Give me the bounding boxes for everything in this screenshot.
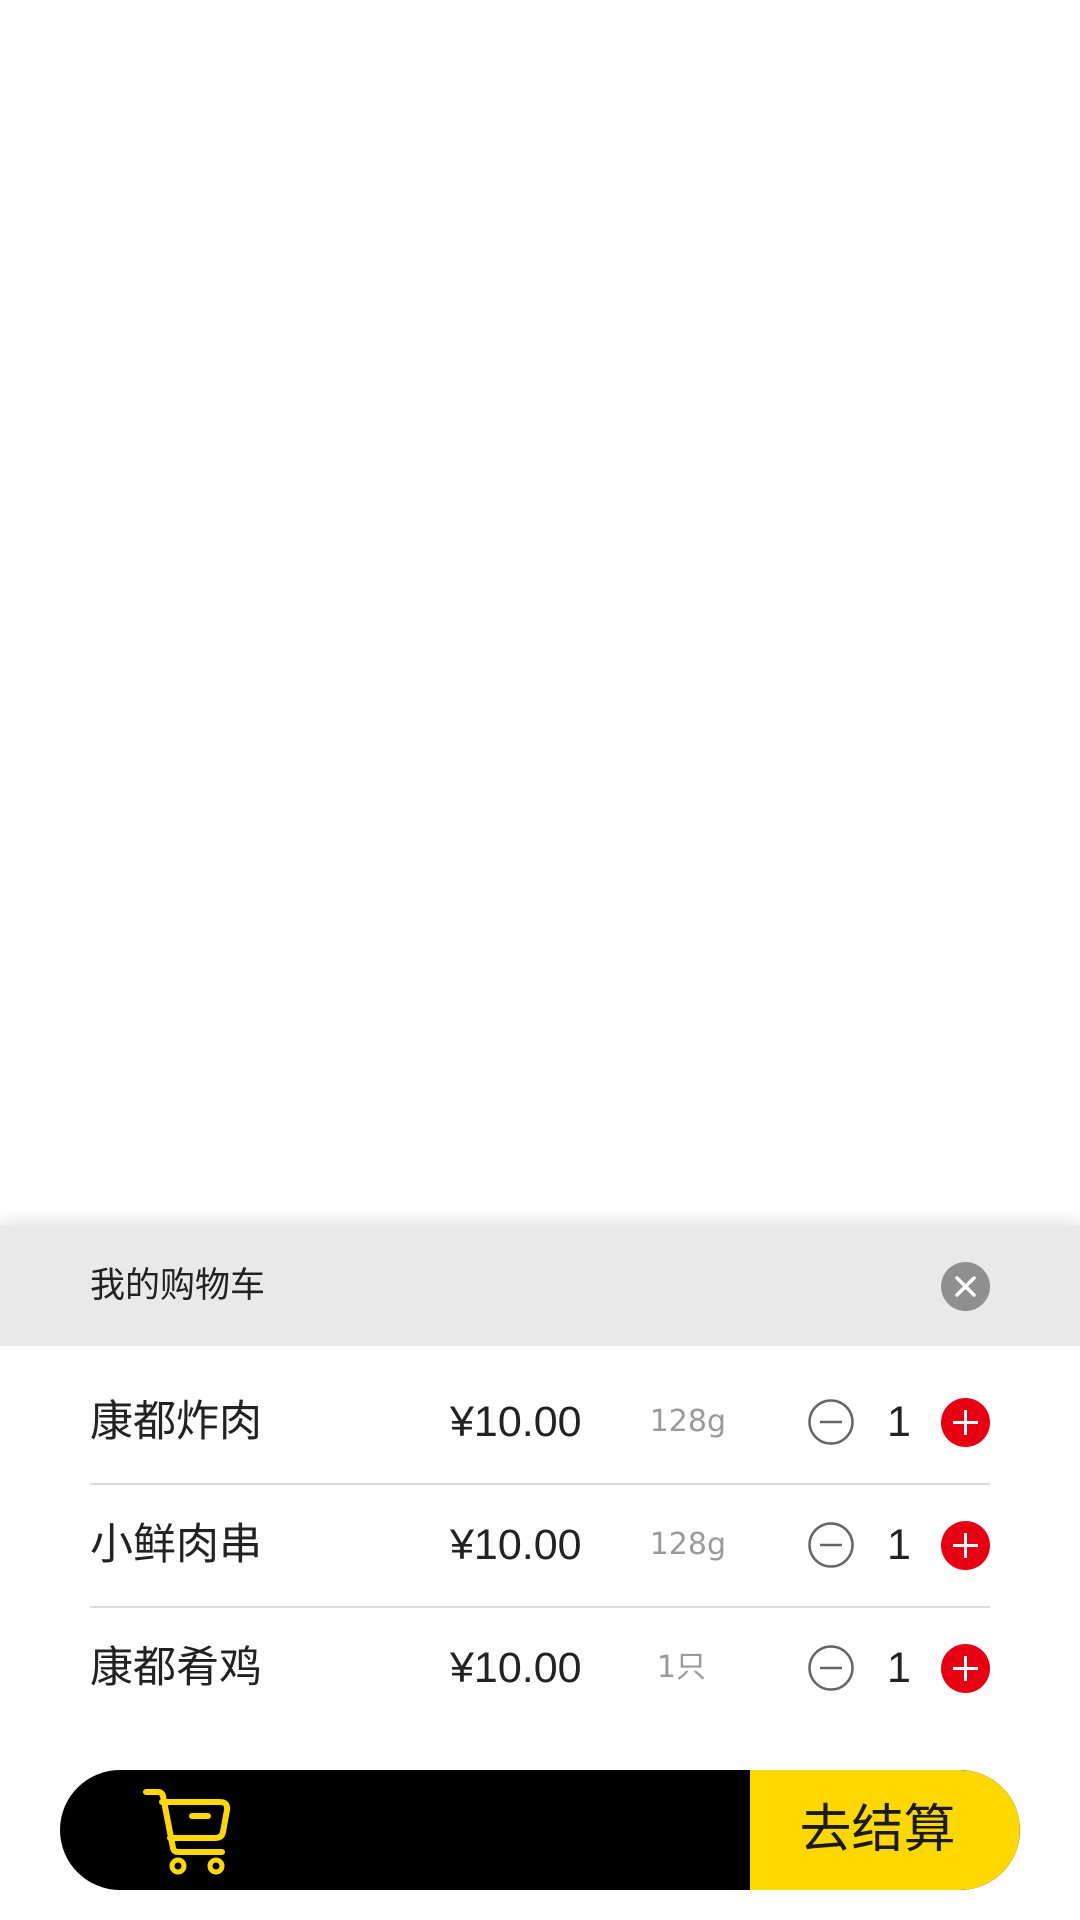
plus-icon [941,1398,990,1447]
item-unit: 1只 [656,1650,706,1685]
plus-icon [941,1521,990,1570]
cart-title: 我的购物车 [90,1266,266,1306]
item-price-block: ¥10.00 1只 [450,1607,726,1729]
cart-header: 我的购物车 [0,1226,1080,1346]
item-name: 康都炸肉 [90,1397,262,1447]
close-icon [955,1276,976,1297]
close-button[interactable] [941,1262,990,1311]
decrease-quantity-button[interactable] [808,1399,854,1445]
increase-quantity-button[interactable] [941,1521,990,1570]
checkout-label: 去结算 [799,1800,956,1860]
checkout-bar: 去结算 [60,1770,1020,1890]
item-price: ¥10.00 [450,1644,582,1692]
item-unit: 128g [649,1404,726,1439]
checkout-button[interactable]: 去结算 [750,1770,1020,1890]
decrease-quantity-button[interactable] [808,1522,854,1568]
minus-icon [808,1522,854,1568]
item-quantity: 1 [887,1644,911,1692]
item-quantity: 1 [887,1521,911,1569]
cart-item-row: 康都炸肉 ¥10.00 128g 1 [90,1361,990,1485]
item-price-block: ¥10.00 128g [450,1361,726,1483]
shopping-cart-icon [143,1789,231,1875]
item-quantity: 1 [887,1398,911,1446]
plus-icon [941,1644,990,1693]
increase-quantity-button[interactable] [941,1398,990,1447]
item-name: 小鲜肉串 [90,1520,262,1570]
cart-item-row: 康都肴鸡 ¥10.00 1只 1 [90,1607,990,1729]
page: 我的购物车 康都炸肉 ¥10.00 128g 1 小鲜肉串 ¥10.00 128… [0,0,1080,1920]
item-price: ¥10.00 [450,1398,582,1446]
increase-quantity-button[interactable] [941,1644,990,1693]
cart-item-row: 小鲜肉串 ¥10.00 128g 1 [90,1484,990,1608]
minus-icon [808,1645,854,1691]
item-price-block: ¥10.00 128g [450,1484,726,1606]
minus-icon [808,1399,854,1445]
item-name: 康都肴鸡 [90,1643,262,1693]
item-unit: 128g [649,1527,726,1562]
item-price: ¥10.00 [450,1521,582,1569]
cart-button[interactable] [142,1786,234,1876]
decrease-quantity-button[interactable] [808,1645,854,1691]
